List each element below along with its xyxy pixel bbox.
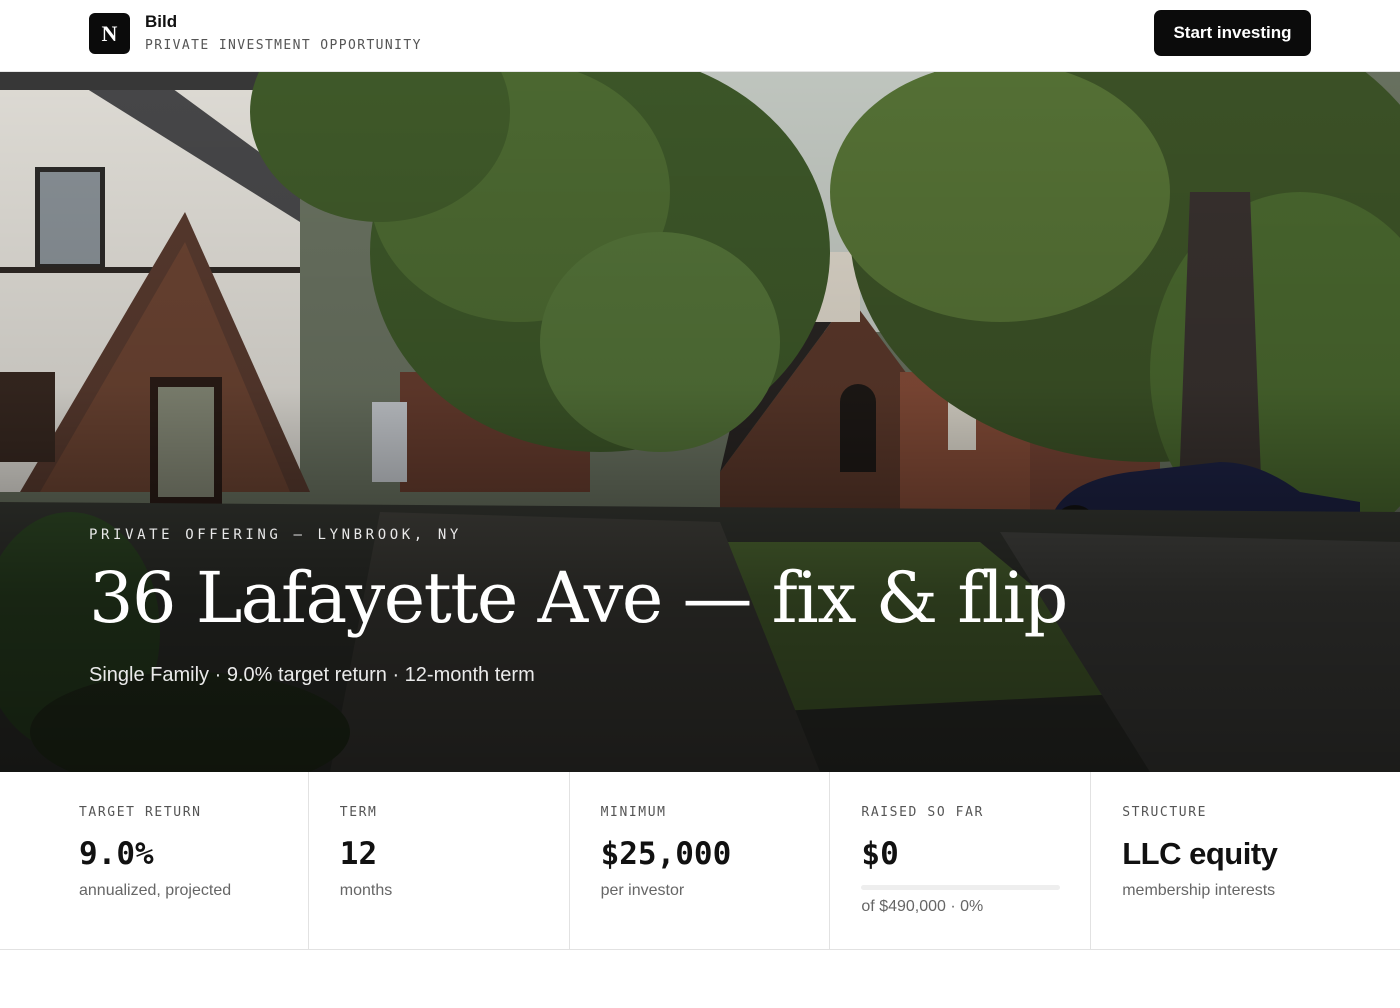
stat-value: $0 bbox=[861, 836, 899, 872]
page-title: 36 Lafayette Ave — fix & flip bbox=[89, 557, 1068, 639]
stat-note: months bbox=[339, 882, 393, 899]
stat-target-return: TARGET RETURN 9.0% annualized, projected bbox=[0, 772, 309, 950]
start-investing-button[interactable]: Start investing bbox=[1154, 10, 1311, 56]
offering-location-eyebrow: PRIVATE OFFERING — LYNBROOK, NY bbox=[89, 527, 462, 543]
key-stats-bar: TARGET RETURN 9.0% annualized, projected… bbox=[0, 772, 1400, 950]
hero-subtitle: Single Family · 9.0% target return · 12-… bbox=[89, 664, 535, 686]
stat-note: per investor bbox=[600, 882, 685, 899]
stat-label: RAISED SO FAR bbox=[861, 805, 984, 820]
stat-label: TARGET RETURN bbox=[79, 805, 202, 820]
stat-structure: STRUCTURE LLC equity membership interest… bbox=[1091, 772, 1400, 950]
stat-term: TERM 12 months bbox=[309, 772, 570, 950]
stat-label: STRUCTURE bbox=[1122, 805, 1208, 820]
brand-subtitle: PRIVATE INVESTMENT OPPORTUNITY bbox=[145, 38, 422, 53]
stat-note: membership interests bbox=[1122, 882, 1276, 899]
stat-value: $25,000 bbox=[600, 836, 732, 872]
stat-value: LLC equity bbox=[1122, 836, 1278, 871]
hero-section: PRIVATE OFFERING — LYNBROOK, NY 36 Lafay… bbox=[0, 72, 1400, 772]
stat-label: TERM bbox=[339, 805, 378, 820]
stat-raised-so-far: RAISED SO FAR $0 of $490,000 · 0% bbox=[830, 772, 1092, 950]
stat-note: annualized, projected bbox=[79, 882, 232, 899]
stat-label: MINIMUM bbox=[600, 805, 667, 820]
stat-value: 12 bbox=[339, 836, 378, 872]
stat-value: 9.0% bbox=[79, 836, 154, 872]
stat-minimum: MINIMUM $25,000 per investor bbox=[570, 772, 831, 950]
brand-logo[interactable]: N bbox=[89, 13, 130, 54]
brand-name: Bild bbox=[145, 12, 178, 31]
stat-note: of $490,000 · 0% bbox=[861, 898, 984, 915]
top-bar: N Bild PRIVATE INVESTMENT OPPORTUNITY St… bbox=[0, 0, 1400, 72]
raise-progress-bar bbox=[861, 885, 1061, 890]
